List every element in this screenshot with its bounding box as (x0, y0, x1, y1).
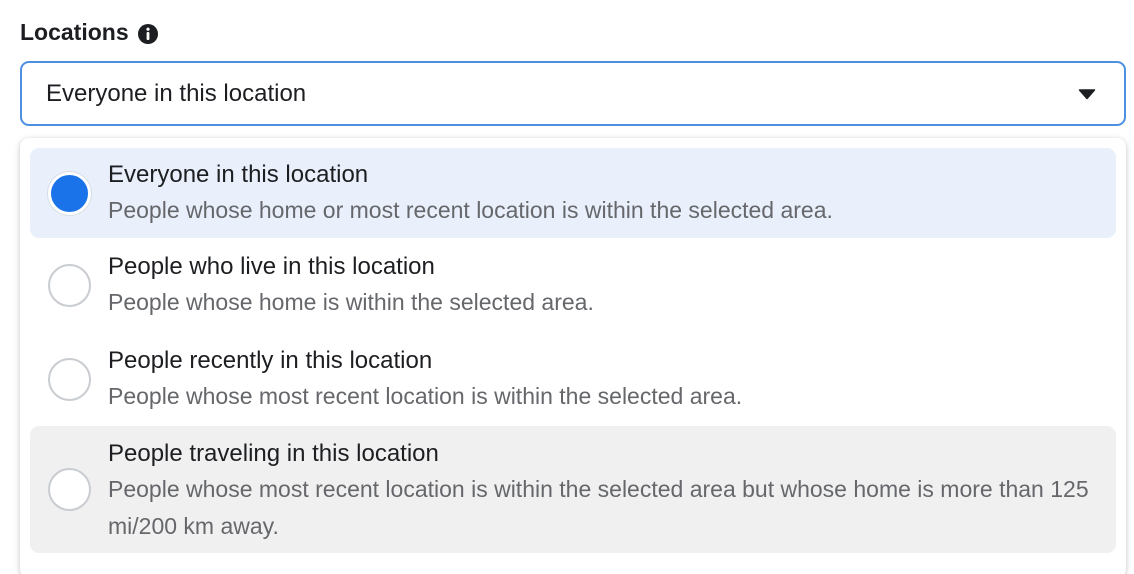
option-live-in-location[interactable]: People who live in this location People … (30, 238, 1116, 332)
locations-panel: Locations Everyone in this location Ever… (0, 0, 1134, 574)
radio-button[interactable] (48, 468, 91, 511)
location-type-menu: Everyone in this location People whose h… (20, 138, 1126, 574)
option-description: People whose home or most recent locatio… (108, 196, 833, 223)
option-description: People whose most recent location is wit… (108, 475, 1089, 539)
location-type-select[interactable]: Everyone in this location (20, 61, 1126, 126)
radio-button-selected[interactable] (48, 171, 91, 215)
option-text: People traveling in this location People… (108, 435, 1116, 545)
radio-button[interactable] (48, 357, 91, 401)
section-header: Locations (20, 16, 159, 48)
radio-button[interactable] (48, 263, 91, 307)
option-traveling-in-location[interactable]: People traveling in this location People… (30, 426, 1116, 553)
option-everyone-in-location[interactable]: Everyone in this location People whose h… (30, 148, 1116, 238)
option-description: People whose most recent location is wit… (108, 382, 743, 409)
select-value: Everyone in this location (46, 79, 307, 107)
info-icon[interactable] (137, 23, 159, 45)
option-recently-in-location[interactable]: People recently in this location People … (30, 332, 1116, 426)
option-description: People whose home is within the selected… (108, 288, 594, 315)
option-text: Everyone in this location People whose h… (108, 158, 833, 229)
option-title: People recently in this location (108, 346, 433, 374)
option-title: People traveling in this location (108, 439, 439, 467)
section-title: Locations (20, 18, 129, 45)
option-text: People recently in this location People … (108, 344, 742, 415)
option-text: People who live in this location People … (108, 250, 594, 321)
caret-down-icon (1078, 88, 1096, 99)
option-title: People who live in this location (108, 252, 435, 280)
option-title: Everyone in this location (108, 160, 369, 188)
